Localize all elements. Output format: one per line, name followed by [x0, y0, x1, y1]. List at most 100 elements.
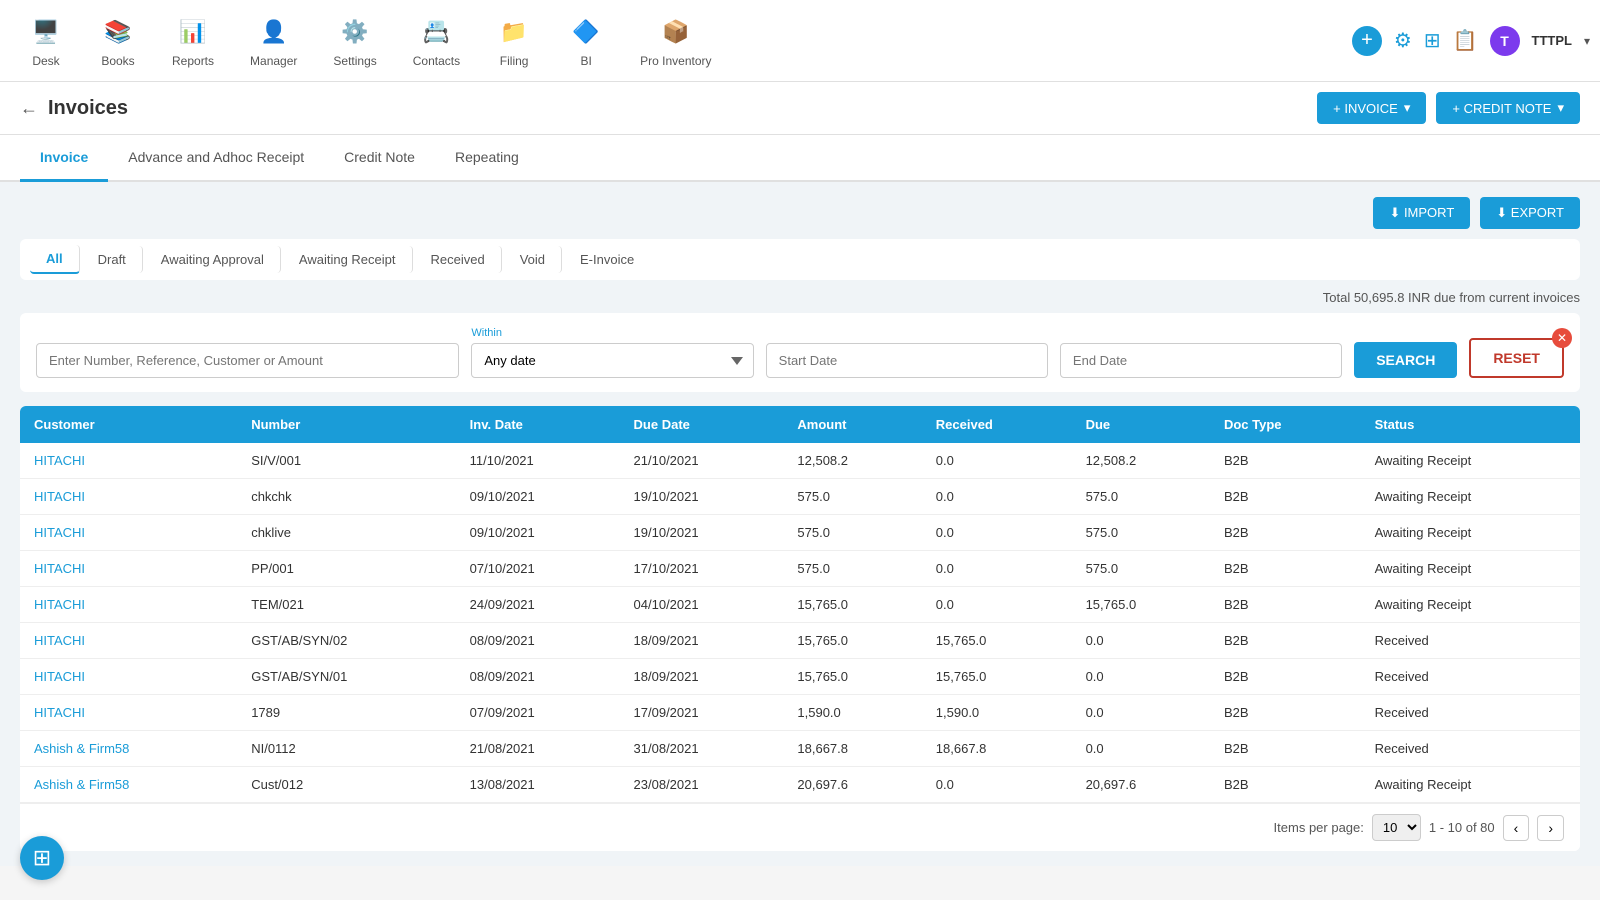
- org-dropdown-arrow[interactable]: ▾: [1584, 34, 1590, 48]
- nav-item-manager[interactable]: 👤 Manager: [232, 6, 315, 76]
- user-avatar[interactable]: T: [1490, 26, 1520, 56]
- page-header: ← Invoices + INVOICE ▾ + CREDIT NOTE ▾: [0, 82, 1600, 135]
- table-header-row: Customer Number Inv. Date Due Date Amoun…: [20, 406, 1580, 443]
- search-input[interactable]: [36, 343, 459, 378]
- cell-doc-type: B2B: [1210, 623, 1361, 659]
- customer-link[interactable]: HITACHI: [34, 561, 85, 576]
- nav-item-contacts[interactable]: 📇 Contacts: [395, 6, 478, 76]
- cell-status: Awaiting Receipt: [1361, 587, 1580, 623]
- credit-note-button[interactable]: + CREDIT NOTE ▾: [1436, 92, 1580, 124]
- customer-link[interactable]: HITACHI: [34, 705, 85, 720]
- cell-inv-date: 08/09/2021: [456, 659, 620, 695]
- tab-invoice[interactable]: Invoice: [20, 135, 108, 182]
- reset-wrap: RESET ✕: [1469, 338, 1564, 378]
- gear-icon-btn[interactable]: ⚙: [1394, 28, 1412, 53]
- nav-item-desk[interactable]: 🖥️ Desk: [10, 6, 82, 76]
- search-row: Within Any date This month Last month Th…: [20, 313, 1580, 392]
- table-row[interactable]: HITACHI SI/V/001 11/10/2021 21/10/2021 1…: [20, 443, 1580, 479]
- pagination-bar: Items per page: 10 25 50 1 - 10 of 80 ‹ …: [20, 803, 1580, 851]
- status-tab-all[interactable]: All: [30, 245, 80, 274]
- next-page-button[interactable]: ›: [1537, 815, 1564, 841]
- cell-doc-type: B2B: [1210, 479, 1361, 515]
- cell-status: Awaiting Receipt: [1361, 767, 1580, 803]
- cell-doc-type: B2B: [1210, 443, 1361, 479]
- col-due: Due: [1072, 406, 1210, 443]
- customer-link[interactable]: HITACHI: [34, 525, 85, 540]
- customer-link[interactable]: HITACHI: [34, 489, 85, 504]
- reset-button[interactable]: RESET: [1469, 338, 1564, 378]
- col-due-date: Due Date: [620, 406, 784, 443]
- customer-link[interactable]: Ashish & Firm58: [34, 741, 129, 756]
- tab-credit-note[interactable]: Credit Note: [324, 135, 435, 182]
- table-row[interactable]: HITACHI GST/AB/SYN/02 08/09/2021 18/09/2…: [20, 623, 1580, 659]
- invoice-table: Customer Number Inv. Date Due Date Amoun…: [20, 406, 1580, 851]
- customer-link[interactable]: HITACHI: [34, 633, 85, 648]
- search-button[interactable]: SEARCH: [1354, 342, 1457, 378]
- cell-due-date: 19/10/2021: [620, 515, 784, 551]
- filing-icon: 📁: [496, 14, 532, 50]
- customer-link[interactable]: HITACHI: [34, 453, 85, 468]
- tab-advance-adhoc[interactable]: Advance and Adhoc Receipt: [108, 135, 324, 182]
- nav-label-manager: Manager: [250, 54, 297, 68]
- import-button[interactable]: ⬇ IMPORT: [1373, 197, 1470, 229]
- cell-amount: 15,765.0: [783, 623, 921, 659]
- reports-icon: 📊: [175, 14, 211, 50]
- grid-icon-btn[interactable]: ⊞: [1424, 28, 1441, 53]
- cell-status: Received: [1361, 731, 1580, 767]
- customer-link[interactable]: HITACHI: [34, 597, 85, 612]
- within-select[interactable]: Any date This month Last month This quar…: [471, 343, 753, 378]
- nav-items: 🖥️ Desk 📚 Books 📊 Reports 👤 Manager ⚙️ S…: [10, 6, 1352, 76]
- nav-label-reports: Reports: [172, 54, 214, 68]
- table-row[interactable]: HITACHI 1789 07/09/2021 17/09/2021 1,590…: [20, 695, 1580, 731]
- table-row[interactable]: HITACHI chklive 09/10/2021 19/10/2021 57…: [20, 515, 1580, 551]
- cell-number: GST/AB/SYN/02: [237, 623, 455, 659]
- pro-inventory-icon: 📦: [658, 14, 694, 50]
- start-date-input[interactable]: [766, 343, 1048, 378]
- table-row[interactable]: HITACHI PP/001 07/10/2021 17/10/2021 575…: [20, 551, 1580, 587]
- back-button[interactable]: ←: [20, 98, 38, 119]
- clipboard-icon-btn[interactable]: 📋: [1453, 28, 1478, 53]
- prev-page-button[interactable]: ‹: [1503, 815, 1530, 841]
- nav-item-filing[interactable]: 📁 Filing: [478, 6, 550, 76]
- customer-link[interactable]: Ashish & Firm58: [34, 777, 129, 792]
- cell-doc-type: B2B: [1210, 551, 1361, 587]
- status-tab-einvoice[interactable]: E-Invoice: [564, 246, 650, 273]
- invoice-button[interactable]: + INVOICE ▾: [1317, 92, 1426, 124]
- grid-fab-button[interactable]: ⊞: [20, 836, 64, 880]
- cell-amount: 575.0: [783, 551, 921, 587]
- status-tab-awaiting-approval[interactable]: Awaiting Approval: [145, 246, 281, 273]
- cell-due-date: 23/08/2021: [620, 767, 784, 803]
- cell-inv-date: 21/08/2021: [456, 731, 620, 767]
- table-row[interactable]: HITACHI TEM/021 24/09/2021 04/10/2021 15…: [20, 587, 1580, 623]
- table-row[interactable]: HITACHI GST/AB/SYN/01 08/09/2021 18/09/2…: [20, 659, 1580, 695]
- status-tab-void[interactable]: Void: [504, 246, 562, 273]
- manager-icon: 👤: [256, 14, 292, 50]
- per-page-select[interactable]: 10 25 50: [1372, 814, 1421, 841]
- add-button[interactable]: +: [1352, 26, 1382, 56]
- within-wrap: Within Any date This month Last month Th…: [471, 327, 753, 378]
- search-input-wrap: [36, 343, 459, 378]
- table-row[interactable]: Ashish & Firm58 NI/0112 21/08/2021 31/08…: [20, 731, 1580, 767]
- cell-inv-date: 09/10/2021: [456, 515, 620, 551]
- table-row[interactable]: HITACHI chkchk 09/10/2021 19/10/2021 575…: [20, 479, 1580, 515]
- cell-status: Awaiting Receipt: [1361, 551, 1580, 587]
- nav-item-bi[interactable]: 🔷 BI: [550, 6, 622, 76]
- customer-link[interactable]: HITACHI: [34, 669, 85, 684]
- status-tab-received[interactable]: Received: [415, 246, 502, 273]
- tab-repeating[interactable]: Repeating: [435, 135, 539, 182]
- cell-due-date: 21/10/2021: [620, 443, 784, 479]
- nav-item-reports[interactable]: 📊 Reports: [154, 6, 232, 76]
- nav-item-settings[interactable]: ⚙️ Settings: [315, 6, 394, 76]
- cell-number: chklive: [237, 515, 455, 551]
- cell-amount: 575.0: [783, 515, 921, 551]
- org-name: TTTPL: [1532, 33, 1572, 48]
- status-tab-awaiting-receipt[interactable]: Awaiting Receipt: [283, 246, 413, 273]
- export-button[interactable]: ⬇ EXPORT: [1480, 197, 1580, 229]
- table-row[interactable]: Ashish & Firm58 Cust/012 13/08/2021 23/0…: [20, 767, 1580, 803]
- close-icon[interactable]: ✕: [1552, 328, 1572, 348]
- nav-item-books[interactable]: 📚 Books: [82, 6, 154, 76]
- status-tab-draft[interactable]: Draft: [82, 246, 143, 273]
- nav-item-pro-inventory[interactable]: 📦 Pro Inventory: [622, 6, 729, 76]
- cell-number: 1789: [237, 695, 455, 731]
- end-date-input[interactable]: [1060, 343, 1342, 378]
